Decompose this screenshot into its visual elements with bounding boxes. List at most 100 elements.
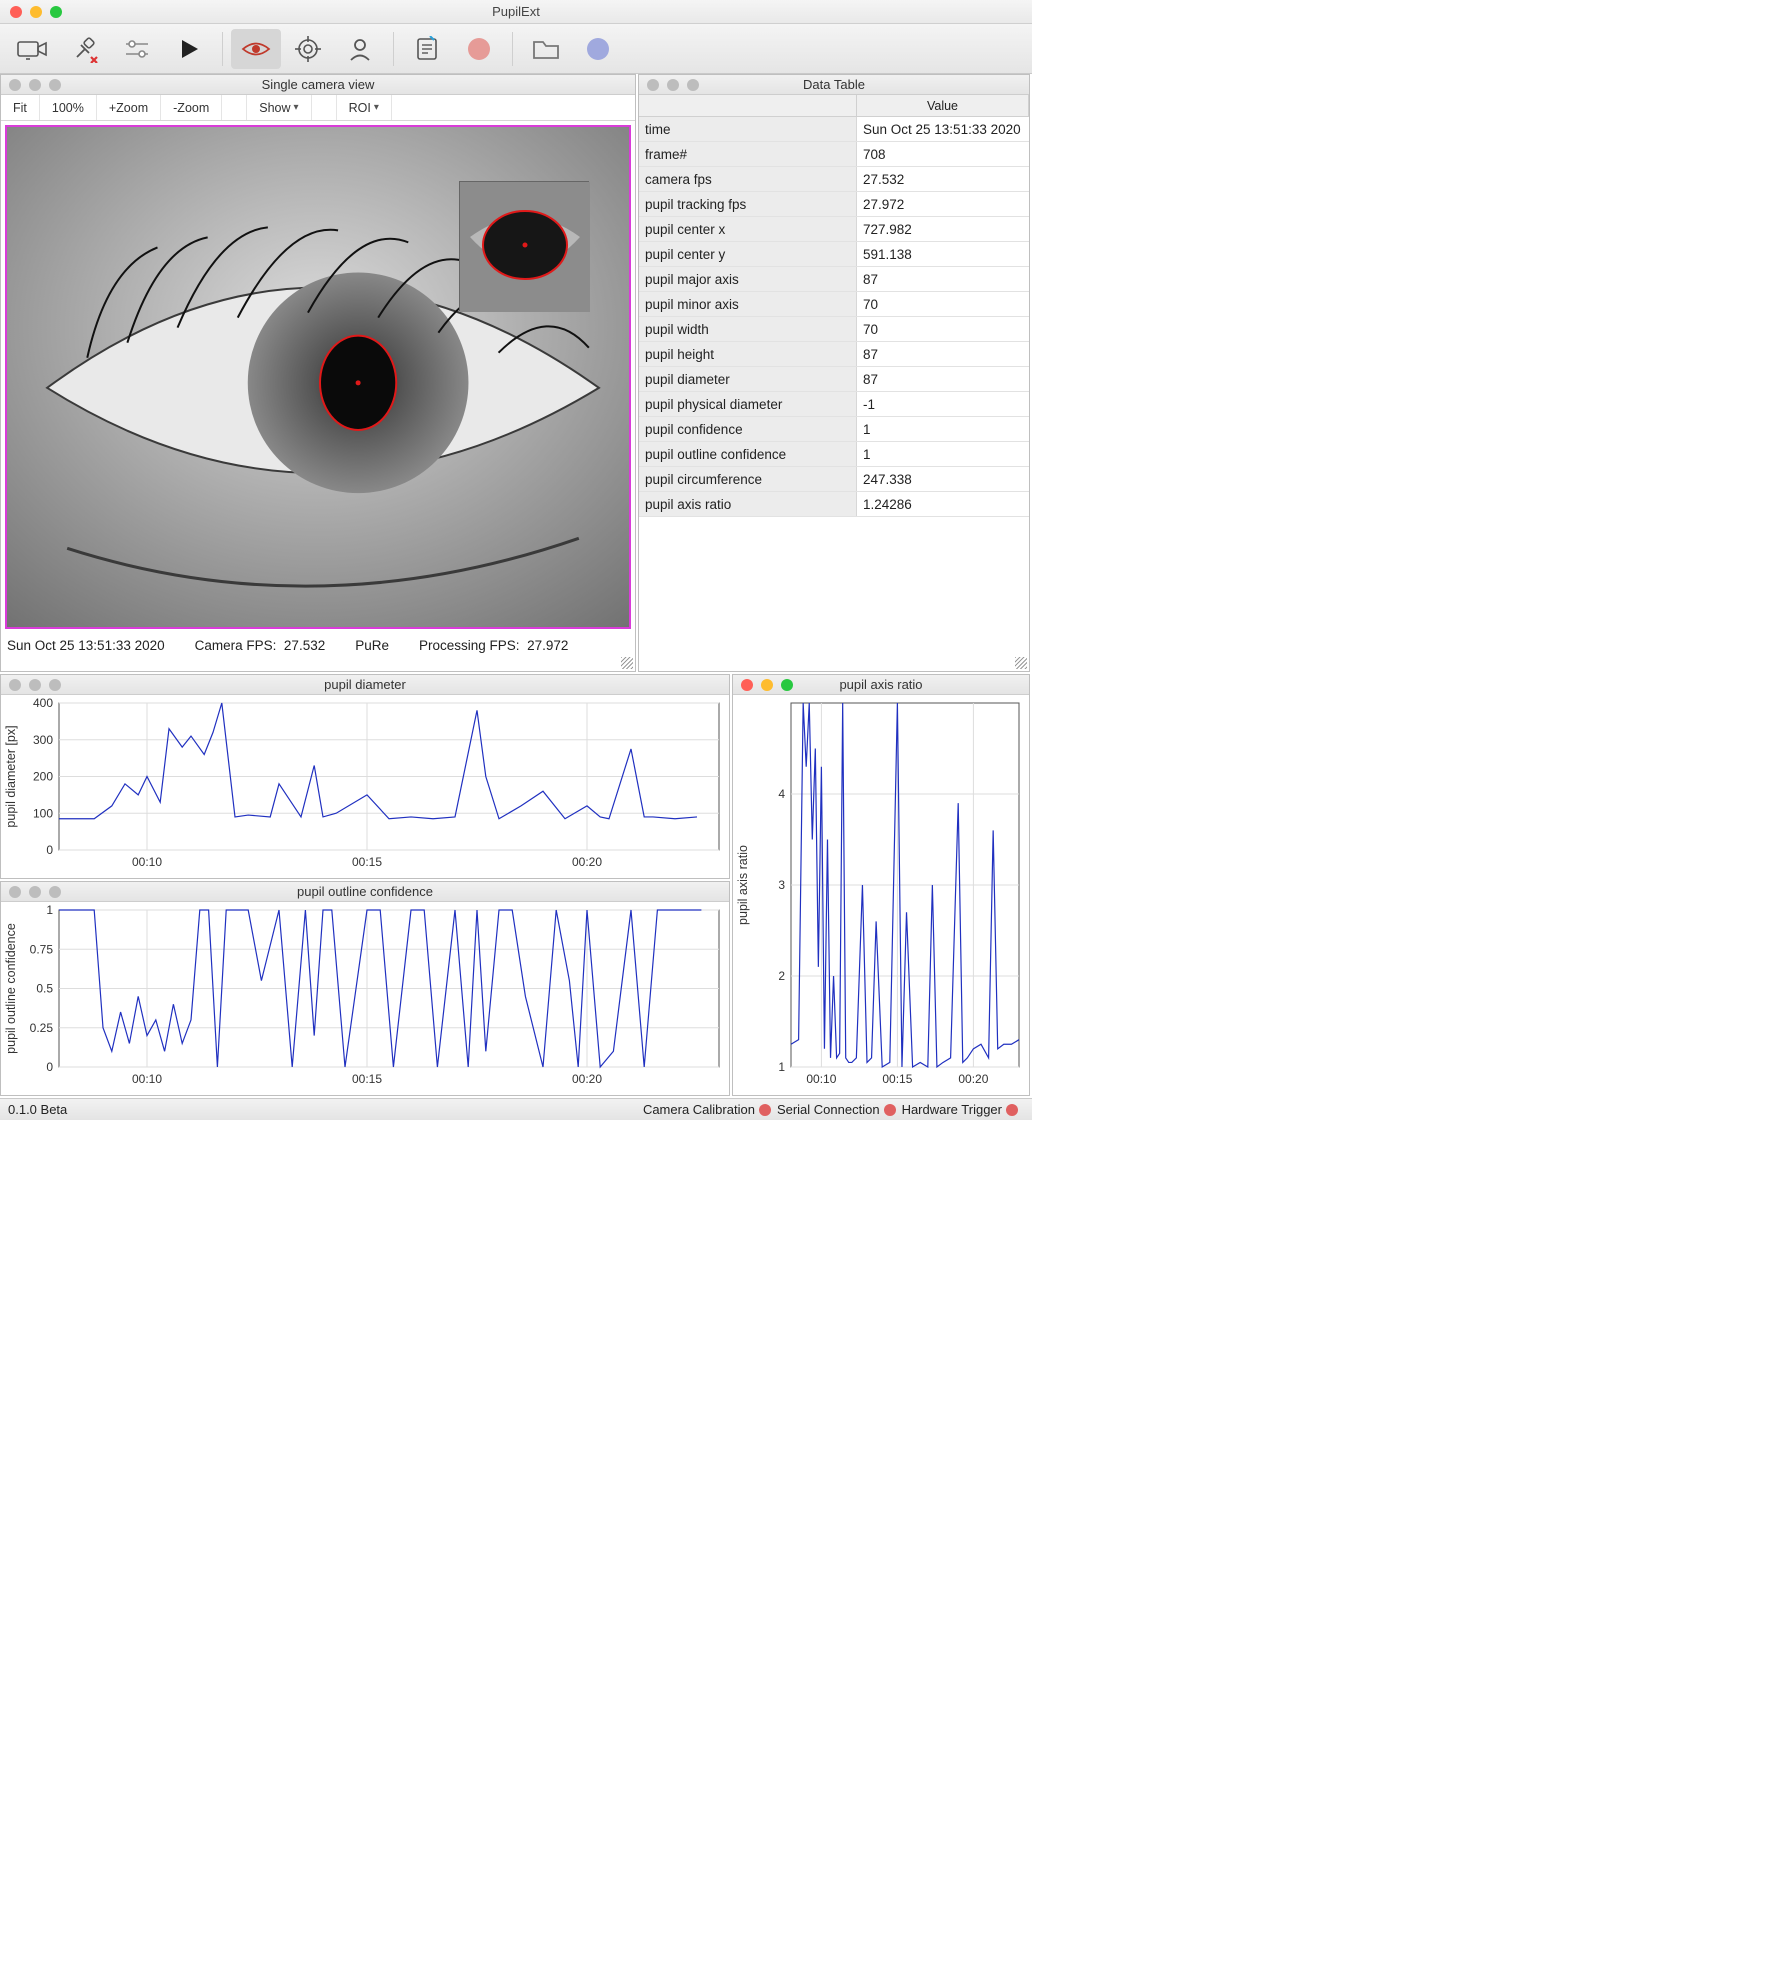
svg-text:00:10: 00:10 <box>132 1072 162 1086</box>
minimize-window-button[interactable] <box>30 6 42 18</box>
connect-button[interactable] <box>60 29 110 69</box>
hardware-trigger-status-icon <box>1006 1104 1018 1116</box>
table-value: 247.338 <box>857 467 1029 491</box>
serial-connection-label: Serial Connection <box>777 1102 880 1117</box>
data-table-header: Value <box>639 95 1029 117</box>
svg-text:00:20: 00:20 <box>572 1072 602 1086</box>
eye-icon <box>241 38 271 60</box>
svg-text:00:20: 00:20 <box>572 855 602 869</box>
svg-text:0.25: 0.25 <box>30 1021 54 1035</box>
pupil-ratio-chart[interactable]: 123400:1000:1500:20pupil axis ratio <box>733 695 1029 1095</box>
zoom-out-button[interactable]: -Zoom <box>161 95 222 120</box>
table-value: 87 <box>857 367 1029 391</box>
pupil-diameter-chart[interactable]: 010020030040000:1000:1500:20pupil diamet… <box>1 695 729 878</box>
table-row[interactable]: pupil center y591.138 <box>639 242 1029 267</box>
status-bar: 0.1.0 Beta Camera Calibration Serial Con… <box>0 1098 1032 1120</box>
subject-button[interactable] <box>335 29 385 69</box>
version-label: 0.1.0 Beta <box>8 1102 67 1117</box>
table-value: -1 <box>857 392 1029 416</box>
marker-button[interactable] <box>573 29 623 69</box>
table-row[interactable]: pupil confidence1 <box>639 417 1029 442</box>
table-key: pupil axis ratio <box>639 492 857 516</box>
zoom-100-button[interactable]: 100% <box>40 95 97 120</box>
table-row[interactable]: pupil diameter87 <box>639 367 1029 392</box>
status-camera-fps: Camera FPS: 27.532 <box>195 638 326 653</box>
marker-dot-icon <box>587 38 609 60</box>
table-row[interactable]: camera fps27.532 <box>639 167 1029 192</box>
table-row[interactable]: pupil circumference247.338 <box>639 467 1029 492</box>
record-button[interactable] <box>454 29 504 69</box>
roi-menu-button[interactable]: ROI▾ <box>337 95 392 120</box>
zoom-in-button[interactable]: +Zoom <box>97 95 161 120</box>
table-value: 87 <box>857 342 1029 366</box>
table-row[interactable]: pupil center x727.982 <box>639 217 1029 242</box>
camera-canvas[interactable] <box>5 125 631 629</box>
table-key: pupil height <box>639 342 857 366</box>
table-row[interactable]: timeSun Oct 25 13:51:33 2020 <box>639 117 1029 142</box>
table-value: 70 <box>857 317 1029 341</box>
close-window-button[interactable] <box>10 6 22 18</box>
table-value: 708 <box>857 142 1029 166</box>
log-button[interactable] <box>402 29 452 69</box>
table-value: 1 <box>857 417 1029 441</box>
folder-icon <box>532 38 560 60</box>
camera-view-title: Single camera view <box>1 77 635 92</box>
record-dot-icon <box>468 38 490 60</box>
pupil-ratio-panel: pupil axis ratio 123400:1000:1500:20pupi… <box>732 674 1030 1096</box>
resize-grip[interactable] <box>1015 657 1027 669</box>
status-algorithm: PuRe <box>355 638 389 653</box>
table-row[interactable]: pupil physical diameter-1 <box>639 392 1029 417</box>
settings-slider-button[interactable] <box>112 29 162 69</box>
svg-text:00:15: 00:15 <box>352 855 382 869</box>
pupil-outline-chart[interactable]: 00.250.50.75100:1000:1500:20pupil outlin… <box>1 902 729 1095</box>
table-row[interactable]: pupil width70 <box>639 317 1029 342</box>
svg-text:0.5: 0.5 <box>36 982 53 996</box>
pupil-detect-button[interactable] <box>231 29 281 69</box>
pupil-diameter-panel: pupil diameter 010020030040000:1000:1500… <box>0 674 730 879</box>
pupil-outline-title: pupil outline confidence <box>1 884 729 899</box>
table-row[interactable]: pupil axis ratio1.24286 <box>639 492 1029 517</box>
table-value: 87 <box>857 267 1029 291</box>
svg-text:400: 400 <box>33 696 53 710</box>
resize-grip[interactable] <box>621 657 633 669</box>
pupil-inset <box>459 181 589 311</box>
table-row[interactable]: pupil minor axis70 <box>639 292 1029 317</box>
table-key: pupil diameter <box>639 367 857 391</box>
open-folder-button[interactable] <box>521 29 571 69</box>
table-value: 1.24286 <box>857 492 1029 516</box>
zoom-window-button[interactable] <box>50 6 62 18</box>
table-key: pupil major axis <box>639 267 857 291</box>
table-row[interactable]: pupil height87 <box>639 342 1029 367</box>
table-row[interactable]: frame#708 <box>639 142 1029 167</box>
status-processing-fps: Processing FPS: 27.972 <box>419 638 568 653</box>
svg-text:00:20: 00:20 <box>958 1072 988 1086</box>
table-value: 27.532 <box>857 167 1029 191</box>
svg-text:300: 300 <box>33 733 53 747</box>
target-icon <box>295 36 321 62</box>
pupil-outline-panel: pupil outline confidence 00.250.50.75100… <box>0 881 730 1096</box>
table-row[interactable]: pupil major axis87 <box>639 267 1029 292</box>
table-key: pupil minor axis <box>639 292 857 316</box>
table-key: pupil width <box>639 317 857 341</box>
status-timestamp: Sun Oct 25 13:51:33 2020 <box>7 638 165 653</box>
svg-text:1: 1 <box>46 903 53 917</box>
camera-icon <box>16 37 50 61</box>
pupil-diameter-title: pupil diameter <box>1 677 729 692</box>
calibrate-button[interactable] <box>283 29 333 69</box>
sliders-icon <box>123 37 151 61</box>
show-menu-button[interactable]: Show▾ <box>247 95 311 120</box>
table-key: pupil outline confidence <box>639 442 857 466</box>
fit-button[interactable]: Fit <box>1 95 40 120</box>
table-key: pupil tracking fps <box>639 192 857 216</box>
table-value: 727.982 <box>857 217 1029 241</box>
table-value: 27.972 <box>857 192 1029 216</box>
table-row[interactable]: pupil tracking fps27.972 <box>639 192 1029 217</box>
table-row[interactable]: pupil outline confidence1 <box>639 442 1029 467</box>
table-value: 1 <box>857 442 1029 466</box>
play-button[interactable] <box>164 29 214 69</box>
camera-source-button[interactable] <box>8 29 58 69</box>
camera-status-bar: Sun Oct 25 13:51:33 2020 Camera FPS: 27.… <box>1 633 635 657</box>
table-key: pupil center y <box>639 242 857 266</box>
table-value: Sun Oct 25 13:51:33 2020 <box>857 117 1029 141</box>
camera-view-toolbar: Fit 100% +Zoom -Zoom Show▾ ROI▾ <box>1 95 635 121</box>
